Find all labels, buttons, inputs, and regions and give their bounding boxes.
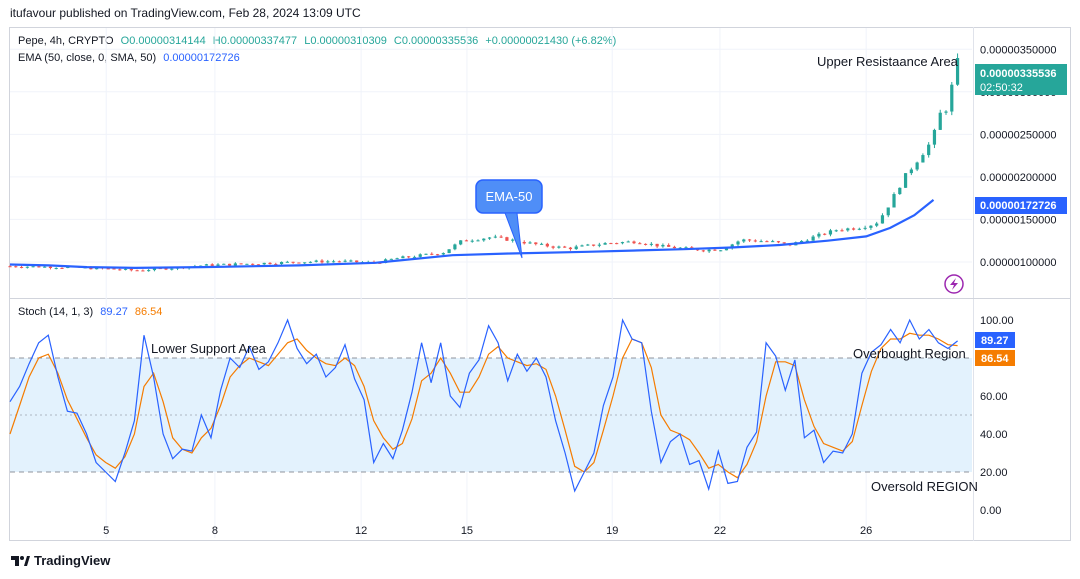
symbol-name[interactable]: Pepe, 4h, CRYPTO <box>18 35 114 47</box>
stoch-label[interactable]: Stoch (14, 1, 3) <box>18 306 93 318</box>
price-scale-separator <box>973 27 974 541</box>
symbol-legend[interactable]: Pepe, 4h, CRYPTO O0.00000314144 H0.00000… <box>18 35 620 47</box>
chart-frame[interactable] <box>9 27 1071 541</box>
ohlc-open: O0.00000314144 <box>120 35 206 47</box>
stoch-legend[interactable]: Stoch (14, 1, 3) 89.27 86.54 <box>18 306 166 318</box>
tradingview-brand: TradingView <box>34 553 111 568</box>
tradingview-logo[interactable]: TradingView <box>10 553 110 568</box>
tradingview-logo-icon <box>11 555 30 566</box>
pane-divider[interactable] <box>9 298 1071 299</box>
stoch-d-value: 86.54 <box>134 306 163 318</box>
ohlc-close: C0.00000335536 <box>393 35 479 47</box>
ohlc-low: L0.00000310309 <box>304 35 387 47</box>
ema-value: 0.00000172726 <box>163 52 240 64</box>
stoch-k-value: 89.27 <box>100 306 128 318</box>
ohlc-high: H0.00000337477 <box>212 35 298 47</box>
ema-legend[interactable]: EMA (50, close, 0, SMA, 50) 0.0000017272… <box>18 52 244 64</box>
ema-label[interactable]: EMA (50, close, 0, SMA, 50) <box>18 52 156 64</box>
publish-info: itufavour published on TradingView.com, … <box>10 6 361 20</box>
ohlc-change: +0.00000021430 (+6.82%) <box>485 35 617 47</box>
